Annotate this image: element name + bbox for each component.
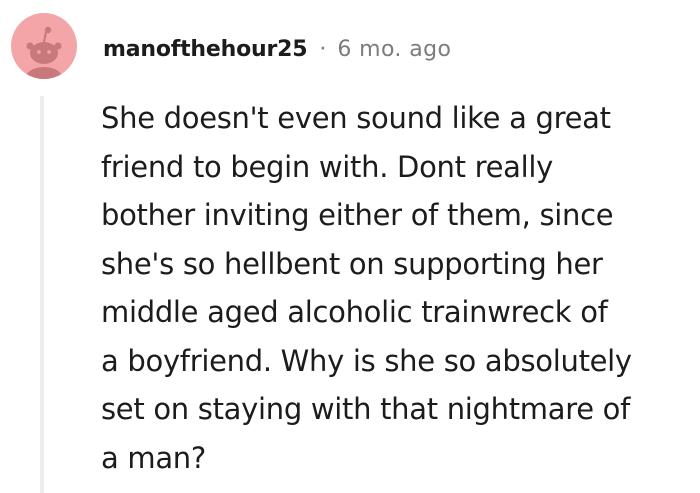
comment-timestamp[interactable]: 6 mo. ago [337, 37, 451, 62]
username-link[interactable]: manofthehour25 [103, 37, 308, 62]
meta-separator: · [319, 36, 327, 62]
thread-collapse-line[interactable] [40, 96, 44, 493]
user-avatar[interactable] [11, 13, 77, 79]
comment-body: She doesn't even sound like a great frie… [101, 101, 632, 475]
comment-meta: manofthehour25 · 6 mo. ago [103, 34, 451, 64]
reddit-snoo-avatar-icon [25, 26, 63, 79]
comment: manofthehour25 · 6 mo. ago She doesn't e… [0, 0, 700, 493]
